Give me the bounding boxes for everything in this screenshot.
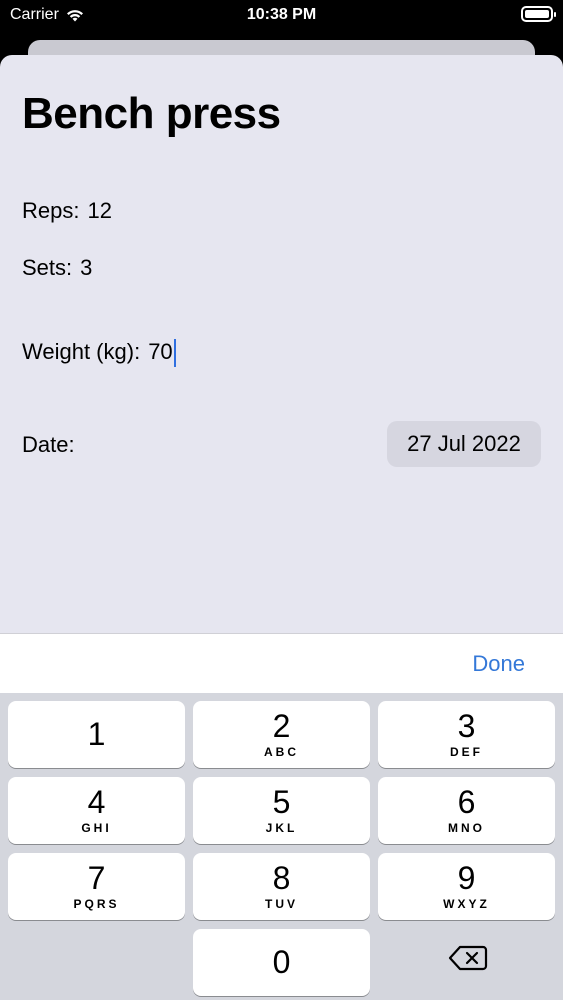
key-letters: MNO [448, 821, 485, 835]
key-2[interactable]: 2 ABC [193, 701, 370, 768]
key-9[interactable]: 9 WXYZ [378, 853, 555, 920]
key-digit: 2 [272, 708, 291, 744]
key-digit: 1 [87, 716, 106, 752]
key-digit: 6 [457, 784, 476, 820]
status-bar: Carrier 10:38 PM [0, 0, 563, 30]
sets-row: Sets: 3 [22, 255, 92, 281]
reps-row: Reps: 12 [22, 198, 112, 224]
reps-value[interactable]: 12 [87, 198, 111, 223]
key-0[interactable]: 0 [193, 929, 370, 996]
key-letters: DEF [450, 745, 483, 759]
weight-input[interactable]: 70 [148, 339, 176, 368]
key-letters: PQRS [73, 897, 120, 911]
delete-left-icon[interactable] [448, 943, 488, 973]
key-digit: 8 [272, 860, 291, 896]
weight-label: Weight (kg): [22, 339, 141, 364]
key-1[interactable]: 1 [8, 701, 185, 768]
key-digit: 0 [272, 944, 291, 980]
key-digit: 7 [87, 860, 106, 896]
battery-icon [521, 6, 556, 22]
key-digit: 4 [87, 784, 106, 820]
key-digit: 5 [272, 784, 291, 820]
key-digit: 9 [457, 860, 476, 896]
key-3[interactable]: 3 DEF [378, 701, 555, 768]
status-time: 10:38 PM [246, 6, 317, 23]
key-letters: GHI [81, 821, 112, 835]
key-4[interactable]: 4 GHI [8, 777, 185, 844]
key-letters: WXYZ [443, 897, 490, 911]
date-row: Date: [22, 432, 75, 458]
page-title: Bench press [22, 89, 281, 138]
done-button[interactable]: Done [472, 651, 525, 677]
sets-value[interactable]: 3 [80, 255, 92, 280]
date-label: Date: [22, 432, 75, 457]
weight-row: Weight (kg): 70 [22, 339, 176, 368]
reps-label: Reps: [22, 198, 80, 223]
weight-value: 70 [148, 339, 173, 364]
key-letters: JKL [265, 821, 298, 835]
keyboard-accessory-bar: Done [0, 633, 563, 693]
key-letters: ABC [264, 745, 299, 759]
date-picker-button[interactable]: 27 Jul 2022 [387, 421, 541, 467]
sets-label: Sets: [22, 255, 73, 280]
text-cursor [173, 339, 176, 368]
key-5[interactable]: 5 JKL [193, 777, 370, 844]
key-6[interactable]: 6 MNO [378, 777, 555, 844]
key-digit: 3 [457, 708, 476, 744]
key-7[interactable]: 7 PQRS [8, 853, 185, 920]
key-letters: TUV [265, 897, 298, 911]
key-8[interactable]: 8 TUV [193, 853, 370, 920]
number-keypad: 1 2 ABC 3 DEF 4 GHI 5 JKL 6 MNO 7 PQRS 8… [0, 693, 563, 1000]
